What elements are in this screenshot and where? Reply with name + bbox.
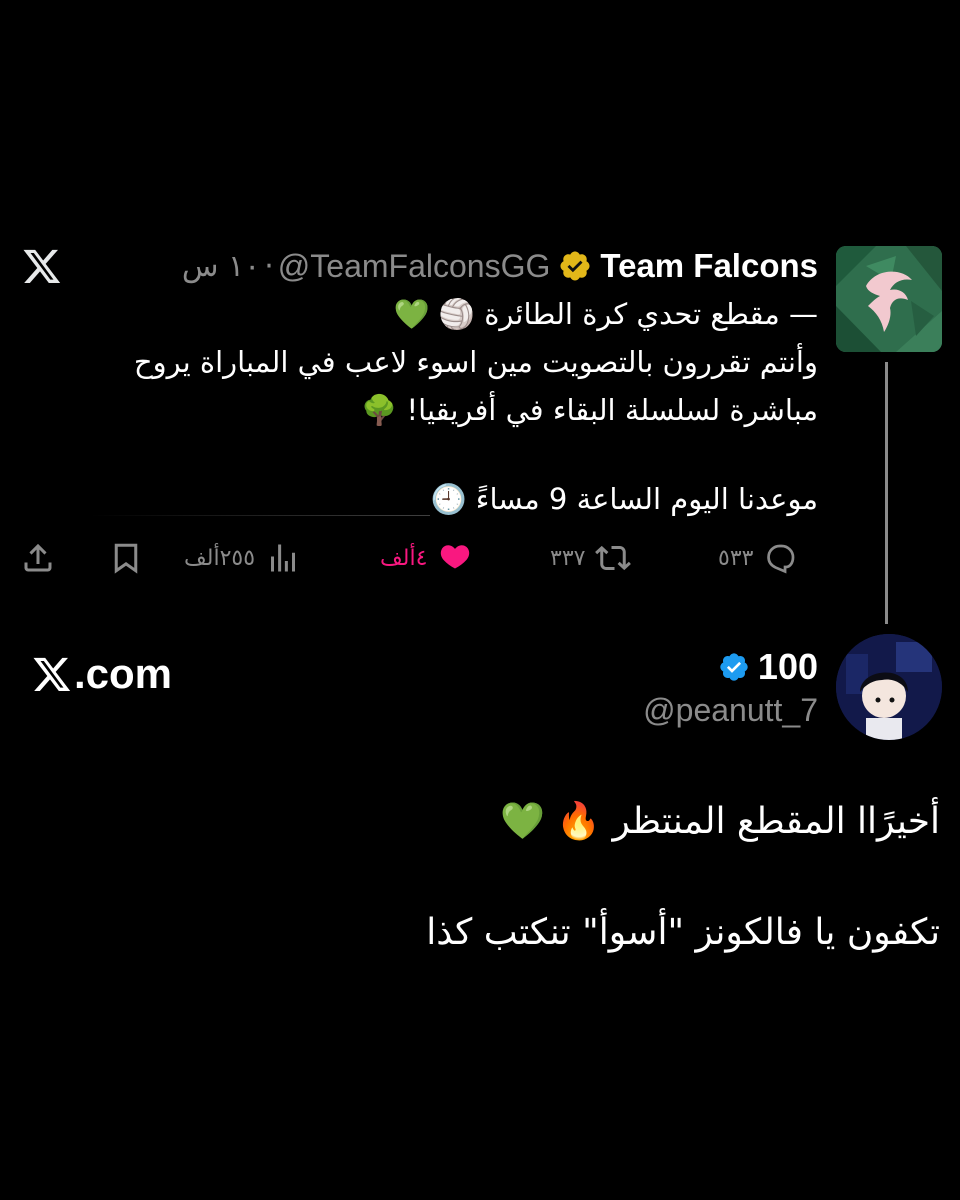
heart-filled-icon: [441, 545, 470, 569]
bookmark-icon: [114, 543, 138, 574]
display-name[interactable]: Team Falcons: [600, 247, 818, 285]
team-falcons-avatar[interactable]: [836, 246, 942, 352]
user-avatar[interactable]: [836, 634, 942, 740]
reply-user-name-row: 100: [718, 646, 818, 688]
reply-line-2: تكفون يا فالكونز "أسوأ" تنكتب كذا: [426, 912, 940, 953]
reply-display-name[interactable]: 100: [758, 646, 818, 688]
tweet-line-3: مباشرة لسلسلة البقاء في أفريقيا! 🌳: [361, 393, 818, 427]
divider: [90, 515, 430, 516]
repost-count: ٣٣٧: [550, 545, 586, 571]
handle[interactable]: @TeamFalconsGG: [278, 248, 551, 285]
falcon-logo-icon: [836, 246, 942, 352]
reply-count: ٥٣٣: [718, 545, 754, 571]
separator: ·: [264, 248, 274, 284]
tweet-line-2: وأنتم تقررون بالتصويت مين اسوء لاعب في ا…: [133, 345, 818, 379]
anime-avatar-icon: [836, 634, 942, 740]
repost-icon: [595, 545, 632, 571]
share-action[interactable]: [20, 536, 56, 580]
reply-handle[interactable]: @peanutt_7: [643, 692, 818, 729]
views-action[interactable]: ٢٥٥ألف: [184, 536, 301, 580]
reply-line-1: أخيرًاا المقطع المنتظر 🔥 💚: [500, 801, 940, 842]
timestamp[interactable]: ١٠ س: [182, 249, 260, 284]
xcom-text: .com: [74, 650, 173, 697]
verified-gold-badge-icon: [560, 251, 590, 281]
xcom-brand: .com: [32, 650, 172, 698]
bookmark-action[interactable]: [108, 536, 144, 580]
like-action[interactable]: ٤ألف: [380, 536, 473, 580]
views-chart-icon: [271, 544, 296, 572]
tweet-line-1: — مقطع تحدي كرة الطائرة 🏐 💚: [393, 297, 818, 331]
x-logo-icon: [33, 657, 71, 691]
share-icon: [24, 543, 52, 572]
repost-action[interactable]: ٣٣٧: [550, 536, 632, 580]
thread-connector-line: [885, 362, 888, 624]
views-count: ٢٥٥ألف: [184, 545, 256, 571]
like-count: ٤ألف: [380, 545, 428, 571]
quoted-tweet-header: Team Falcons @TeamFalconsGG · ١٠ س: [182, 246, 818, 286]
verified-blue-badge-icon: [720, 653, 748, 681]
reply-bubble-icon: [767, 544, 795, 574]
reply-action[interactable]: ٥٣٣: [718, 536, 799, 580]
x-logo-icon[interactable]: [22, 246, 62, 286]
